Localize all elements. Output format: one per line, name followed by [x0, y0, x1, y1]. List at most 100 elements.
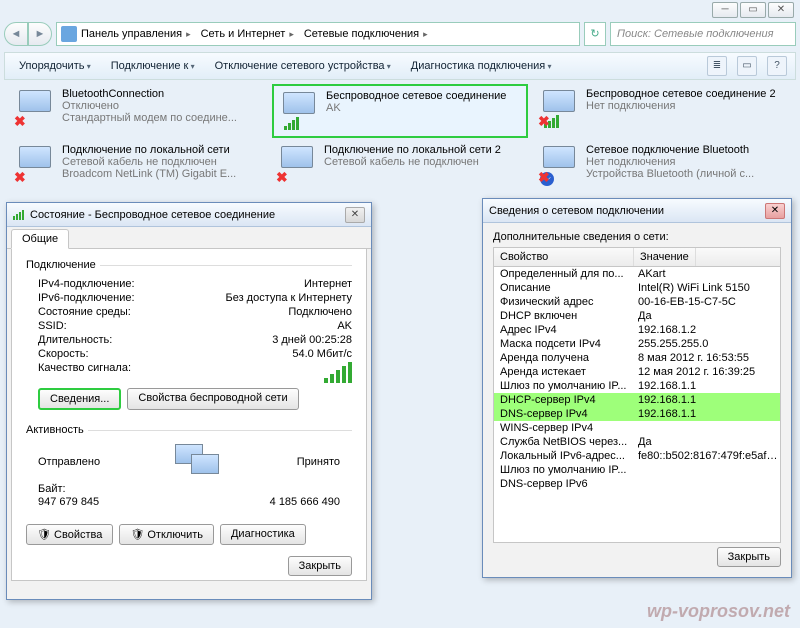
bytes-label: Байт:	[38, 483, 66, 495]
status-titlebar[interactable]: Состояние - Беспроводное сетевое соедине…	[7, 203, 371, 227]
toolbar: Упорядочить Подключение к Отключение сет…	[4, 52, 796, 80]
connection-title: Беспроводное сетевое соединение 2	[586, 88, 776, 100]
help-icon[interactable]: ?	[767, 56, 787, 76]
connection-group: Подключение IPv4-подключение:Интернет IP…	[26, 259, 352, 418]
connection-status: Нет подключения	[586, 156, 754, 168]
table-row[interactable]: Аренда получена8 мая 2012 г. 16:53:55	[494, 351, 780, 365]
table-row[interactable]: Определенный для по...AKart	[494, 267, 780, 281]
window-controls: ─ ▭ ✕	[712, 2, 794, 18]
property-cell: Описание	[494, 282, 634, 294]
status-title: Состояние - Беспроводное сетевое соедине…	[30, 209, 339, 221]
value-cell: 255.255.255.0	[634, 338, 780, 350]
value-cell: AKart	[634, 268, 780, 280]
breadcrumb-seg[interactable]: Панель управления	[79, 28, 197, 40]
wireless-properties-button[interactable]: Свойства беспроводной сети	[127, 388, 298, 410]
maximize-button[interactable]: ▭	[740, 2, 766, 18]
table-row[interactable]: ОписаниеIntel(R) WiFi Link 5150	[494, 281, 780, 295]
connection-item[interactable]: ✖ Беспроводное сетевое соединение 2Нет по…	[534, 84, 790, 138]
table-row[interactable]: Шлюз по умолчанию IP...192.168.1.1	[494, 379, 780, 393]
table-row[interactable]: Аренда истекает12 мая 2012 г. 16:39:25	[494, 365, 780, 379]
table-row[interactable]: Адрес IPv4192.168.1.2	[494, 323, 780, 337]
diagnose-button[interactable]: Диагностика	[220, 524, 306, 545]
connection-status: AK	[326, 102, 506, 114]
watermark: wp-voprosov.net	[647, 601, 790, 622]
property-cell: DNS-сервер IPv4	[494, 408, 634, 420]
table-row[interactable]: Маска подсети IPv4255.255.255.0	[494, 337, 780, 351]
table-row[interactable]: DNS-сервер IPv6	[494, 477, 780, 491]
signal-quality-bars	[324, 362, 352, 383]
status-close-button[interactable]: ✕	[345, 207, 365, 223]
preview-pane-icon[interactable]: ▭	[737, 56, 757, 76]
diagnose-menu[interactable]: Диагностика подключения	[405, 58, 558, 74]
forward-button[interactable]: ►	[28, 22, 52, 46]
property-cell: Адрес IPv4	[494, 324, 634, 336]
col-property[interactable]: Свойство	[494, 248, 634, 266]
ipv6-label: IPv6-подключение:	[38, 292, 135, 304]
col-value[interactable]: Значение	[634, 248, 696, 266]
details-close-x[interactable]: ✕	[765, 203, 785, 219]
property-cell: WINS-сервер IPv4	[494, 422, 634, 434]
connect-to-menu[interactable]: Подключение к	[105, 58, 201, 74]
breadcrumb-seg[interactable]: Сетевые подключения	[302, 28, 434, 40]
organize-menu[interactable]: Упорядочить	[13, 58, 97, 74]
connection-icon: ✖	[538, 88, 580, 130]
value-cell: 12 мая 2012 г. 16:39:25	[634, 366, 780, 378]
details-close-button[interactable]: Закрыть	[717, 547, 781, 567]
table-row[interactable]: Шлюз по умолчанию IP...	[494, 463, 780, 477]
media-label: Состояние среды:	[38, 306, 131, 318]
speed-label: Скорость:	[38, 348, 89, 360]
connection-status: Отключено	[62, 100, 237, 112]
value-cell: 192.168.1.1	[634, 408, 780, 420]
connection-item[interactable]: Беспроводное сетевое соединениеAK	[272, 84, 528, 138]
table-row[interactable]: DNS-сервер IPv4192.168.1.1	[494, 407, 780, 421]
details-dialog: Сведения о сетевом подключении ✕ Дополни…	[482, 198, 792, 578]
value-cell: 192.168.1.1	[634, 394, 780, 406]
speed-value: 54.0 Мбит/с	[292, 348, 352, 360]
value-cell: 192.168.1.2	[634, 324, 780, 336]
property-cell: DHCP включен	[494, 310, 634, 322]
table-row[interactable]: Служба NetBIOS через...Да	[494, 435, 780, 449]
table-row[interactable]: DHCP включенДа	[494, 309, 780, 323]
connection-item[interactable]: ✖Подключение по локальной сетиСетевой ка…	[10, 140, 266, 190]
value-cell: fe80::b502:8167:479f:e5af%14	[634, 450, 780, 462]
address-bar: ◄ ► Панель управления Сеть и Интернет Се…	[4, 22, 796, 48]
property-cell: Аренда истекает	[494, 366, 634, 378]
network-icon	[61, 26, 77, 42]
table-row[interactable]: WINS-сервер IPv4	[494, 421, 780, 435]
quality-label: Качество сигнала:	[38, 362, 131, 383]
details-titlebar[interactable]: Сведения о сетевом подключении ✕	[483, 199, 791, 223]
ipv4-value: Интернет	[304, 278, 352, 290]
back-button[interactable]: ◄	[4, 22, 28, 46]
minimize-button[interactable]: ─	[712, 2, 738, 18]
breadcrumb-seg[interactable]: Сеть и Интернет	[199, 28, 300, 40]
disable-device-menu[interactable]: Отключение сетевого устройства	[209, 58, 397, 74]
ipv6-value: Без доступа к Интернету	[225, 292, 352, 304]
connection-item[interactable]: ⌵✖Сетевое подключение BluetoothНет подкл…	[534, 140, 790, 190]
details-table: Свойство Значение Определенный для по...…	[493, 247, 781, 543]
property-cell: Шлюз по умолчанию IP...	[494, 380, 634, 392]
view-icon[interactable]: ≣	[707, 56, 727, 76]
tab-general[interactable]: Общие	[11, 229, 69, 249]
activity-legend: Активность	[26, 424, 88, 436]
property-cell: Физический адрес	[494, 296, 634, 308]
connection-title: Беспроводное сетевое соединение	[326, 90, 506, 102]
table-row[interactable]: DHCP-сервер IPv4192.168.1.1	[494, 393, 780, 407]
refresh-button[interactable]: ↻	[584, 22, 606, 46]
connection-status: Нет подключения	[586, 100, 776, 112]
connection-item[interactable]: ✖Подключение по локальной сети 2Сетевой …	[272, 140, 528, 190]
details-button[interactable]: Сведения...	[38, 388, 121, 410]
table-row[interactable]: Локальный IPv6-адрес...fe80::b502:8167:4…	[494, 449, 780, 463]
close-button[interactable]: ✕	[768, 2, 794, 18]
status-close-btn[interactable]: Закрыть	[288, 556, 352, 576]
property-cell: Шлюз по умолчанию IP...	[494, 464, 634, 476]
connection-icon: ✖	[14, 144, 56, 186]
connection-item[interactable]: ✖BluetoothConnectionОтключеноСтандартный…	[10, 84, 266, 138]
connection-title: Подключение по локальной сети 2	[324, 144, 501, 156]
properties-button[interactable]: 🛡 Свойства	[26, 524, 113, 545]
disable-button[interactable]: 🛡 Отключить	[119, 524, 214, 545]
search-input[interactable]: Поиск: Сетевые подключения	[610, 22, 796, 46]
breadcrumb[interactable]: Панель управления Сеть и Интернет Сетевы…	[56, 22, 580, 46]
connection-icon: ✖	[14, 88, 56, 130]
connection-device: Стандартный модем по соедине...	[62, 112, 237, 124]
table-row[interactable]: Физический адрес00-16-EB-15-C7-5C	[494, 295, 780, 309]
